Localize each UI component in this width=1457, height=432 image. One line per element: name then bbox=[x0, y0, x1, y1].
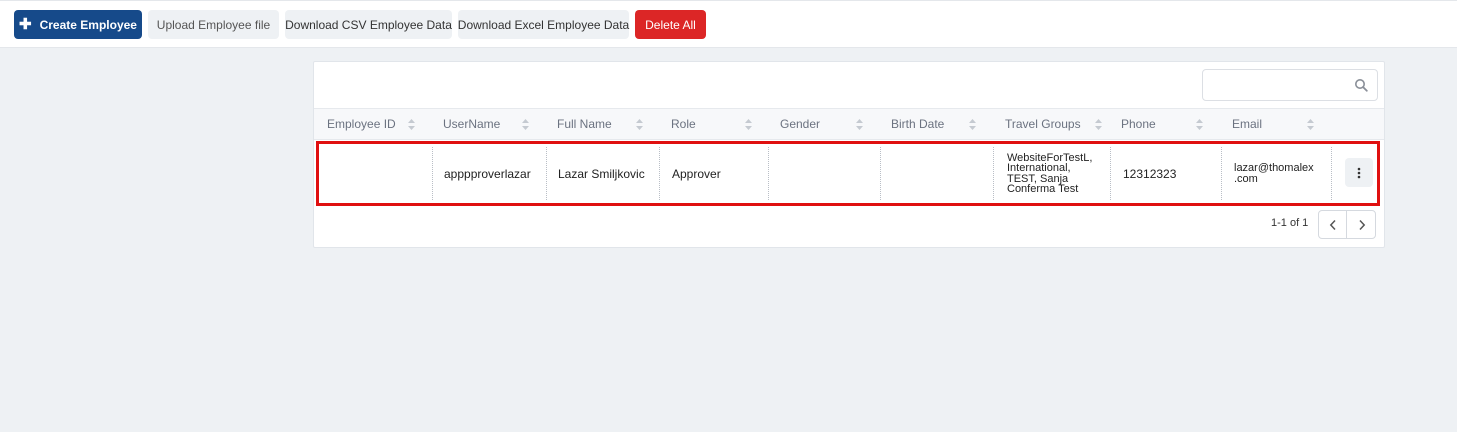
column-divider bbox=[432, 147, 433, 200]
toolbar: ✚ Create Employee Upload Employee file D… bbox=[0, 0, 1457, 48]
column-divider bbox=[546, 147, 547, 200]
column-header-travel-groups[interactable]: Travel Groups bbox=[1005, 109, 1117, 139]
sort-icon[interactable] bbox=[744, 118, 753, 131]
sort-icon[interactable] bbox=[968, 118, 977, 131]
cell-travel-groups: WebsiteForTestL, International, TEST, Sa… bbox=[1007, 144, 1111, 203]
email-line: .com bbox=[1234, 172, 1258, 185]
sort-icon[interactable] bbox=[855, 118, 864, 131]
cell-role: Approver bbox=[672, 166, 721, 181]
column-label: Role bbox=[671, 117, 696, 131]
table-header: Employee ID UserName Full Name Role Gend… bbox=[314, 108, 1384, 140]
delete-all-button[interactable]: Delete All bbox=[635, 10, 706, 39]
cell-username: apppproverlazar bbox=[444, 166, 531, 181]
cell-phone: 12312323 bbox=[1123, 166, 1177, 181]
column-label: Travel Groups bbox=[1005, 117, 1081, 131]
create-employee-label: Create Employee bbox=[39, 17, 137, 32]
column-divider bbox=[1331, 147, 1332, 200]
column-divider bbox=[1110, 147, 1111, 200]
search-input[interactable] bbox=[1203, 70, 1349, 100]
previous-page-button[interactable] bbox=[1319, 211, 1347, 238]
column-header-phone[interactable]: Phone bbox=[1121, 109, 1227, 139]
column-label: Email bbox=[1232, 117, 1263, 131]
sort-icon[interactable] bbox=[635, 118, 644, 131]
search-icon[interactable] bbox=[1354, 78, 1368, 92]
column-header-birth-date[interactable]: Birth Date bbox=[891, 109, 1001, 139]
kebab-menu-icon bbox=[1357, 167, 1361, 178]
cell-email: lazar@thomalex .com bbox=[1234, 144, 1334, 203]
pagination-controls bbox=[1318, 210, 1376, 239]
chevron-right-icon bbox=[1359, 219, 1366, 230]
download-excel-button[interactable]: Download Excel Employee Data bbox=[458, 10, 629, 39]
plus-icon: ✚ bbox=[19, 16, 32, 33]
sort-icon[interactable] bbox=[1306, 118, 1315, 131]
cell-full-name: Lazar Smiljkovic bbox=[558, 166, 645, 181]
column-label: UserName bbox=[443, 117, 501, 131]
pagination-range: 1-1 of 1 bbox=[1271, 217, 1309, 229]
column-label: Phone bbox=[1121, 117, 1156, 131]
column-header-username[interactable]: UserName bbox=[443, 109, 553, 139]
column-divider bbox=[993, 147, 994, 200]
next-page-button[interactable] bbox=[1348, 211, 1376, 238]
sort-icon[interactable] bbox=[1195, 118, 1204, 131]
travel-group-line: International, bbox=[1007, 162, 1071, 174]
column-header-full-name[interactable]: Full Name bbox=[557, 109, 667, 139]
row-actions-button[interactable] bbox=[1345, 158, 1373, 187]
column-divider bbox=[880, 147, 881, 200]
sort-icon[interactable] bbox=[521, 118, 530, 131]
sort-icon[interactable] bbox=[407, 118, 416, 131]
table-row[interactable]: apppproverlazar Lazar Smiljkovic Approve… bbox=[316, 141, 1380, 206]
column-label: Birth Date bbox=[891, 117, 945, 131]
column-header-gender[interactable]: Gender bbox=[780, 109, 888, 139]
sort-icon[interactable] bbox=[1094, 118, 1103, 131]
travel-group-line: Conferma Test bbox=[1007, 183, 1079, 195]
column-label: Full Name bbox=[557, 117, 612, 131]
chevron-left-icon bbox=[1329, 219, 1336, 230]
column-header-employee-id[interactable]: Employee ID bbox=[327, 109, 439, 139]
email-line: lazar@thomalex bbox=[1234, 162, 1314, 174]
download-csv-button[interactable]: Download CSV Employee Data bbox=[285, 10, 452, 39]
cell-birth-date bbox=[892, 144, 992, 203]
cell-employee-id bbox=[329, 144, 429, 203]
employee-table-card: Employee ID UserName Full Name Role Gend… bbox=[313, 61, 1385, 248]
cell-gender bbox=[781, 144, 881, 203]
column-divider bbox=[659, 147, 660, 200]
column-header-role[interactable]: Role bbox=[671, 109, 777, 139]
column-header-email[interactable]: Email bbox=[1232, 109, 1338, 139]
column-divider bbox=[1221, 147, 1222, 200]
search-box[interactable] bbox=[1202, 69, 1378, 101]
column-label: Employee ID bbox=[327, 117, 396, 131]
column-divider bbox=[768, 147, 769, 200]
upload-employee-file-button[interactable]: Upload Employee file bbox=[148, 10, 279, 39]
column-label: Gender bbox=[780, 117, 821, 131]
create-employee-button[interactable]: ✚ Create Employee bbox=[14, 10, 142, 39]
